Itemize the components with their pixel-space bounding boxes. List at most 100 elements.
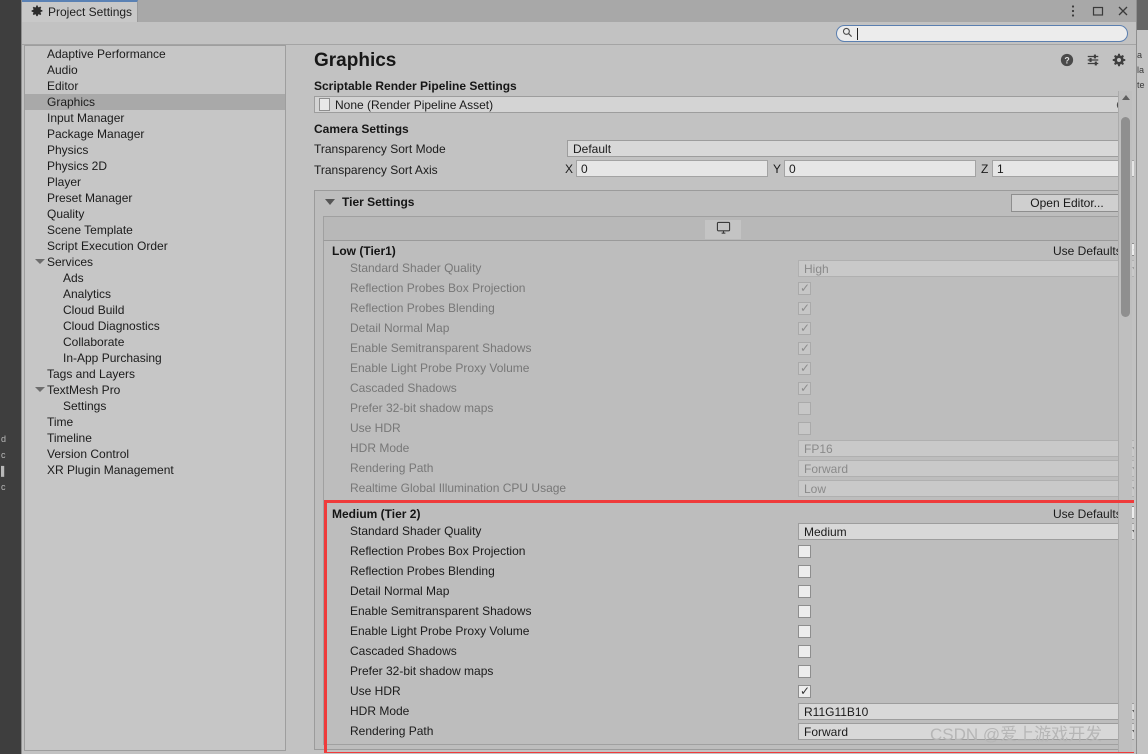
axis-y-field[interactable]: 0 (784, 160, 976, 177)
chevron-down-icon[interactable] (325, 199, 335, 205)
open-editor-label: Open Editor... (1030, 196, 1104, 210)
tier-row-checkbox[interactable] (798, 665, 811, 678)
render-pipeline-asset-field[interactable]: None (Render Pipeline Asset) (314, 96, 1132, 113)
tier-row-dropdown[interactable]: High (798, 260, 1134, 277)
tier-row-dropdown[interactable]: Low (798, 480, 1134, 497)
use-defaults-label: Use Defaults (1053, 507, 1122, 521)
tier-row-checkbox[interactable] (798, 422, 811, 435)
sidebar-item-label: Editor (47, 79, 79, 93)
sidebar-item-collaborate[interactable]: Collaborate (25, 334, 285, 350)
preset-icon[interactable] (1086, 53, 1100, 70)
sidebar-item-preset-manager[interactable]: Preset Manager (25, 190, 285, 206)
page-title: Graphics (314, 50, 397, 71)
tier-row-label: Use HDR (350, 421, 401, 435)
svg-text:?: ? (1064, 56, 1069, 66)
sidebar-item-graphics[interactable]: Graphics (25, 94, 285, 110)
sidebar-list: Adaptive Performance Audio Editor Graphics I… (25, 46, 285, 478)
sidebar-item-cloud-diagnostics[interactable]: Cloud Diagnostics (25, 318, 285, 334)
sidebar-item-package-manager[interactable]: Package Manager (25, 126, 285, 142)
tab-project-settings[interactable]: Project Settings (22, 0, 138, 22)
search-input[interactable] (853, 25, 1114, 42)
sidebar-item-editor[interactable]: Editor (25, 78, 285, 94)
sidebar-item-physics[interactable]: Physics (25, 142, 285, 158)
scroll-up-arrow-icon[interactable] (1122, 95, 1130, 100)
sidebar-item-adaptive-performance[interactable]: Adaptive Performance (25, 46, 285, 62)
tier-title: Low (Tier1) (332, 244, 396, 258)
sidebar-item-scene-template[interactable]: Scene Template (25, 222, 285, 238)
tier-row-checkbox[interactable]: ✓ (798, 282, 811, 295)
sidebar-item-xr-plugin-management[interactable]: XR Plugin Management (25, 462, 285, 478)
transparency-sort-mode-dropdown[interactable]: Default (567, 140, 1132, 157)
sidebar-item-analytics[interactable]: Analytics (25, 286, 285, 302)
sidebar-item-cloud-build[interactable]: Cloud Build (25, 302, 285, 318)
tier-row-checkbox[interactable] (798, 585, 811, 598)
sidebar-item-timeline[interactable]: Timeline (25, 430, 285, 446)
sidebar-item-quality[interactable]: Quality (25, 206, 285, 222)
sidebar-item-ads[interactable]: Ads (25, 270, 285, 286)
tier-row-dropdown[interactable]: Medium (798, 523, 1134, 540)
close-icon[interactable] (1116, 4, 1130, 18)
sidebar-item-label: Script Execution Order (47, 239, 168, 253)
sidebar-item-audio[interactable]: Audio (25, 62, 285, 78)
tier-row-label: Enable Semitransparent Shadows (350, 341, 532, 355)
axis-x-field[interactable]: 0 (576, 160, 768, 177)
tier-settings-header[interactable]: Tier Settings (325, 195, 414, 209)
search-box[interactable] (836, 25, 1128, 42)
tier-row-checkbox[interactable] (798, 625, 811, 638)
tier-row-label: Prefer 32-bit shadow maps (350, 401, 494, 415)
sidebar-item-label: Audio (47, 63, 78, 77)
tier-row-checkbox[interactable] (798, 565, 811, 578)
sidebar-item-label: Version Control (47, 447, 130, 461)
help-icon[interactable]: ? (1060, 53, 1074, 70)
check-icon: ✓ (800, 684, 811, 698)
axis-z-field[interactable]: 1 (992, 160, 1134, 177)
sidebar-item-version-control[interactable]: Version Control (25, 446, 285, 462)
sidebar-item-in-app-purchasing[interactable]: In-App Purchasing (25, 350, 285, 366)
sidebar-item-script-execution-order[interactable]: Script Execution Order (25, 238, 285, 254)
sidebar-item-time[interactable]: Time (25, 414, 285, 430)
chevron-down-icon[interactable] (35, 387, 45, 392)
sidebar-item-player[interactable]: Player (25, 174, 285, 190)
axis-y-value: 0 (789, 161, 796, 176)
tier-row-checkbox[interactable] (798, 402, 811, 415)
sidebar-item-label: In-App Purchasing (63, 351, 162, 365)
tier-row-checkbox[interactable]: ✓ (798, 685, 811, 698)
tier-row-checkbox[interactable]: ✓ (798, 322, 811, 335)
tier-row-checkbox[interactable]: ✓ (798, 342, 811, 355)
gear-icon[interactable] (1112, 53, 1126, 70)
check-icon: ✓ (800, 281, 811, 295)
tier-list: Low (Tier1) Use Defaults ✓ Standard Shader … (323, 241, 1134, 753)
tier-row-checkbox[interactable] (798, 545, 811, 558)
sidebar-item-label: Timeline (47, 431, 92, 445)
axis-z-value: 1 (997, 161, 1004, 176)
main-vertical-scrollbar[interactable] (1118, 91, 1132, 753)
tier-row-checkbox[interactable]: ✓ (798, 382, 811, 395)
tier-row-dropdown[interactable]: Forward (798, 723, 1134, 740)
sidebar-item-textmesh-pro[interactable]: TextMesh Pro (25, 382, 285, 398)
tier-row-checkbox[interactable] (798, 645, 811, 658)
tier-row-dropdown[interactable]: FP16 (798, 440, 1134, 457)
sidebar-item-tags-and-layers[interactable]: Tags and Layers (25, 366, 285, 382)
tier-row-checkbox[interactable] (798, 605, 811, 618)
platform-tab-standalone[interactable] (705, 220, 741, 239)
tier-row-dropdown[interactable]: R11G11B10 (798, 703, 1134, 720)
more-options-icon[interactable] (1066, 4, 1080, 18)
graphics-settings-panel: Graphics ? Scriptable Render Pipeline Se… (288, 45, 1134, 753)
tier-row-dropdown[interactable]: Forward (798, 460, 1134, 477)
tier-row-checkbox[interactable]: ✓ (798, 362, 811, 375)
scrollbar-thumb[interactable] (1121, 117, 1130, 317)
sidebar-item-physics-2d[interactable]: Physics 2D (25, 158, 285, 174)
sidebar-item-services[interactable]: Services (25, 254, 285, 270)
sidebar-item-settings[interactable]: Settings (25, 398, 285, 414)
maximize-icon[interactable] (1091, 4, 1105, 18)
chevron-down-icon (1132, 267, 1134, 272)
chevron-down-icon (1132, 730, 1134, 735)
sidebar-item-input-manager[interactable]: Input Manager (25, 110, 285, 126)
chevron-down-icon (1132, 710, 1134, 715)
transparency-sort-mode-value: Default (573, 141, 612, 156)
tier-row-checkbox[interactable]: ✓ (798, 302, 811, 315)
open-editor-button[interactable]: Open Editor... (1011, 194, 1123, 212)
tier-row-label: Detail Normal Map (350, 584, 450, 598)
settings-sidebar[interactable]: Adaptive Performance Audio Editor Graphics I… (24, 45, 286, 751)
chevron-down-icon[interactable] (35, 259, 45, 264)
